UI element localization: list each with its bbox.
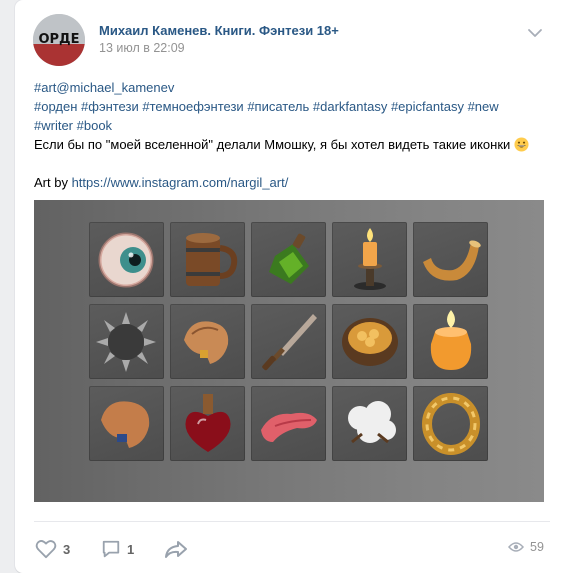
item-green-potion-icon — [251, 222, 326, 297]
author-name[interactable]: Михаил Каменев. Книги. Фэнтези 18+ — [99, 23, 339, 38]
eye-icon — [508, 542, 524, 552]
comment-icon — [102, 540, 120, 558]
avatar-text: ОРДЕ — [38, 32, 79, 47]
comment-button[interactable]: 1 — [101, 537, 134, 561]
comment-count: 1 — [127, 541, 135, 557]
views-count: 59 — [530, 540, 544, 554]
hashtag-link[interactable]: #темноефэнтези — [142, 99, 243, 114]
item-horn-icon — [413, 222, 488, 297]
item-wooden-mug-icon — [170, 222, 245, 297]
item-red-potion-icon — [170, 386, 245, 461]
hashtags-line: #орден #фэнтези #темноефэнтези #писатель… — [34, 97, 554, 116]
hashtag-link[interactable]: #darkfantasy — [313, 99, 387, 114]
post-body-line: Если бы по "моей вселенной" делали Ммошк… — [34, 135, 554, 154]
post-text: #art@michael_kamenev #орден #фэнтези #те… — [34, 78, 554, 192]
hashtag-link[interactable]: #орден — [34, 99, 77, 114]
actions-divider — [34, 521, 550, 522]
item-eye-icon — [89, 222, 164, 297]
like-count: 3 — [63, 541, 71, 557]
chevron-down-icon — [528, 29, 542, 37]
item-candlestick-icon — [332, 222, 407, 297]
item-cotton-icon — [332, 386, 407, 461]
views-counter: 59 — [508, 540, 544, 554]
post-body-text: Если бы по "моей вселенной" делали Ммошк… — [34, 137, 511, 152]
share-button[interactable] — [164, 537, 188, 561]
post-card: ОРДЕ Михаил Каменев. Книги. Фэнтези 18+ … — [15, 0, 568, 573]
hashtags-line: #writer #book — [34, 116, 554, 135]
item-spiked-mace-ball-icon — [89, 304, 164, 379]
grinning-emoji — [514, 137, 529, 152]
item-coin-bowl-icon — [332, 304, 407, 379]
heart-icon — [35, 540, 57, 559]
hashtag-link[interactable]: #writer — [34, 118, 73, 133]
instagram-link[interactable]: https://www.instagram.com/nargil_art/ — [72, 175, 289, 190]
hashtag-link[interactable]: #art@michael_kamenev — [34, 80, 174, 95]
item-tongue-icon — [251, 386, 326, 461]
share-icon — [165, 541, 187, 558]
item-gold-ring-icon — [413, 386, 488, 461]
item-hair-lock-2-icon — [89, 386, 164, 461]
like-button[interactable]: 3 — [35, 537, 70, 561]
credit-prefix: Art by — [34, 175, 72, 190]
hashtag-link[interactable]: #фэнтези — [81, 99, 139, 114]
item-dagger-icon — [251, 304, 326, 379]
post-photo[interactable] — [34, 200, 544, 502]
credit-line: Art by https://www.instagram.com/nargil_… — [34, 173, 554, 192]
hashtag-link[interactable]: #book — [77, 118, 112, 133]
hashtag-link[interactable]: #epicfantasy — [391, 99, 464, 114]
post-menu-button[interactable] — [525, 26, 545, 38]
hashtag-link[interactable]: #new — [468, 99, 499, 114]
avatar[interactable]: ОРДЕ — [33, 14, 85, 66]
item-hair-lock-icon — [170, 304, 245, 379]
hashtag-link[interactable]: #писатель — [247, 99, 309, 114]
item-candle-icon — [413, 304, 488, 379]
avatar-image: ОРДЕ — [33, 14, 85, 66]
post-date[interactable]: 13 июл в 22:09 — [99, 41, 185, 55]
